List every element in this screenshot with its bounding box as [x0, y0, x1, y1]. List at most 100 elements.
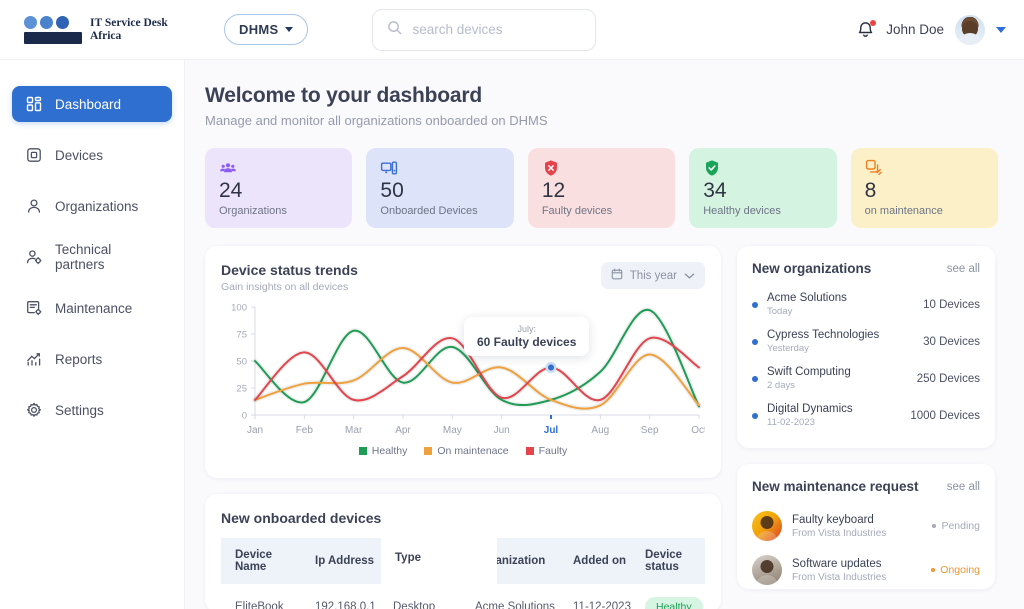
left-column: Device status trends Gain insights on al… [205, 246, 721, 609]
bullet-dot-icon [752, 338, 758, 345]
legend-item: Faulty [525, 445, 568, 457]
avatar-body [958, 32, 982, 45]
sidebar-item-technical-partners[interactable]: Technical partners [12, 239, 172, 275]
svg-text:Apr: Apr [395, 425, 411, 436]
sidebar-item-settings[interactable]: Settings [12, 392, 172, 428]
gear-icon [25, 402, 42, 419]
legend-label: Faulty [538, 445, 568, 457]
chevron-down-icon [285, 27, 294, 32]
monitor-device-icon [380, 159, 499, 177]
new-organizations-see-all[interactable]: see all [947, 263, 980, 275]
maintenance-see-all[interactable]: see all [947, 481, 980, 493]
svg-text:50: 50 [236, 357, 247, 368]
org-selector-label: DHMS [239, 22, 279, 37]
chart-subtitle: Gain insights on all devices [221, 281, 349, 293]
page-title: Welcome to your dashboard [205, 84, 482, 107]
user-name: John Doe [886, 22, 944, 37]
stat-value-on-maintenance: 8 [864, 178, 877, 202]
list-item[interactable]: Swift Computing 2 days 250 Devices [752, 360, 980, 397]
stat-value-faulty-devices: 12 [541, 178, 566, 202]
trend-line-chart: 0 25 50 75 100 Jan Feb Mar Apr May Jun Jul Aug Sep Oct [231, 303, 705, 437]
col-device-status[interactable]: Device status [631, 538, 705, 584]
new-organizations-card: New organizations see all Acme Solutions… [737, 246, 995, 448]
legend-swatch [525, 447, 534, 455]
notification-dot [870, 19, 877, 26]
svg-text:Jul: Jul [544, 425, 559, 436]
chevron-down-icon [684, 272, 695, 279]
brand-line-1: IT Service Desk [90, 17, 168, 29]
avatar[interactable] [955, 14, 985, 45]
sidebar-item-maintenance[interactable]: Maintenance [12, 290, 172, 326]
shield-check-icon [703, 159, 822, 177]
stat-card-onboarded-devices[interactable]: 50 Onboarded Devices [366, 148, 514, 228]
date-range-selector[interactable]: This year [600, 262, 705, 289]
bullet-dot-icon [752, 412, 758, 419]
stat-label-healthy-devices: Healthy devices [703, 205, 781, 217]
list-item[interactable]: Cypress Technologies Yesterday 30 Device… [752, 323, 980, 360]
svg-text:May: May [443, 425, 462, 436]
org-time: 2 days [767, 380, 795, 391]
svg-text:0: 0 [242, 411, 247, 422]
sidebar-label-maintenance: Maintenance [55, 300, 133, 316]
main-content: Welcome to your dashboard Manage and mon… [185, 60, 1024, 609]
col-device-name[interactable]: Device Name [221, 538, 301, 584]
logo-mark [24, 15, 82, 44]
chart-plot-area: 0 25 50 75 100 Jan Feb Mar Apr May Jun Jul Aug Sep Oct… [221, 301, 705, 441]
status-badge: Pending [932, 520, 980, 532]
stat-card-healthy-devices[interactable]: 34 Healthy devices [689, 148, 837, 228]
right-column: New organizations see all Acme Solutions… [737, 246, 995, 589]
bullet-dot-icon [752, 375, 758, 382]
col-ip-address[interactable]: Ip Address [301, 538, 379, 584]
sidebar-item-reports[interactable]: Reports [12, 341, 172, 377]
clipboard-gear-icon [25, 300, 42, 317]
stat-card-on-maintenance[interactable]: 8 on maintenance [850, 148, 999, 228]
list-item[interactable]: Faulty keyboard From Vista Industries Pe… [752, 504, 980, 548]
svg-text:75: 75 [236, 330, 247, 341]
copy-wrench-icon [865, 159, 984, 177]
search-input[interactable] [412, 22, 582, 37]
brand-line-2: Africa [90, 29, 122, 42]
list-item[interactable]: Acme Solutions Today 10 Devices [752, 286, 980, 323]
user-menu-chevron-down-icon[interactable] [996, 26, 1006, 33]
chart-header: Device status trends Gain insights on al… [221, 262, 705, 293]
status-label: Ongoing [940, 564, 980, 576]
notification-bell-icon[interactable] [857, 19, 877, 40]
org-selector[interactable]: DHMS [224, 14, 309, 45]
stat-card-faulty-devices[interactable]: 12 Faulty devices [527, 148, 676, 228]
cell-ip-address: 192.168.0.1 [315, 601, 376, 609]
org-device-count: 10 Devices [923, 298, 980, 311]
list-item[interactable]: Digital Dynamics 11-02-2023 1000 Devices [752, 397, 980, 434]
calendar-icon [611, 268, 623, 283]
sidebar-label-dashboard: Dashboard [55, 96, 122, 112]
col-added-on[interactable]: Added on [559, 538, 631, 584]
brand-logo[interactable]: IT Service Desk Africa [24, 15, 174, 44]
legend-label: Healthy [371, 445, 408, 457]
logo-dots-icon [24, 15, 82, 29]
sidebar-item-organizations[interactable]: Organizations [12, 188, 172, 224]
svg-text:Mar: Mar [345, 425, 363, 436]
stat-card-organizations[interactable]: 24 Organizations [205, 148, 353, 228]
status-badge: Healthy [645, 597, 703, 609]
sidebar-item-devices[interactable]: Devices [12, 137, 172, 173]
svg-text:Oct: Oct [691, 425, 705, 436]
sidebar-label-devices: Devices [55, 147, 104, 163]
org-name: Swift Computing [767, 366, 851, 378]
sidebar-label-settings: Settings [55, 402, 104, 418]
sidebar-item-dashboard[interactable]: Dashboard [12, 86, 172, 122]
svg-text:100: 100 [231, 303, 247, 314]
search-box[interactable] [372, 8, 597, 51]
person-gear-icon [25, 249, 42, 266]
stat-label-onboarded-devices: Onboarded Devices [380, 205, 478, 217]
svg-text:Jan: Jan [247, 425, 263, 436]
legend-label: On maintenace [437, 445, 509, 457]
list-item[interactable]: Software updates From Vista Industries O… [752, 548, 980, 589]
person-icon [25, 198, 42, 215]
stat-value-onboarded-devices: 50 [380, 178, 404, 202]
cell-added-on: 11-12-2023 [573, 601, 631, 609]
request-from: From Vista Industries [792, 527, 887, 539]
content-grid: Device status trends Gain insights on al… [205, 246, 998, 609]
legend-item: Healthy [358, 445, 408, 457]
stat-cards: 24 Organizations 50 Onboarded Devices 12… [205, 148, 999, 228]
svg-text:Sep: Sep [641, 425, 659, 436]
brand-name: IT Service Desk Africa [90, 17, 168, 42]
